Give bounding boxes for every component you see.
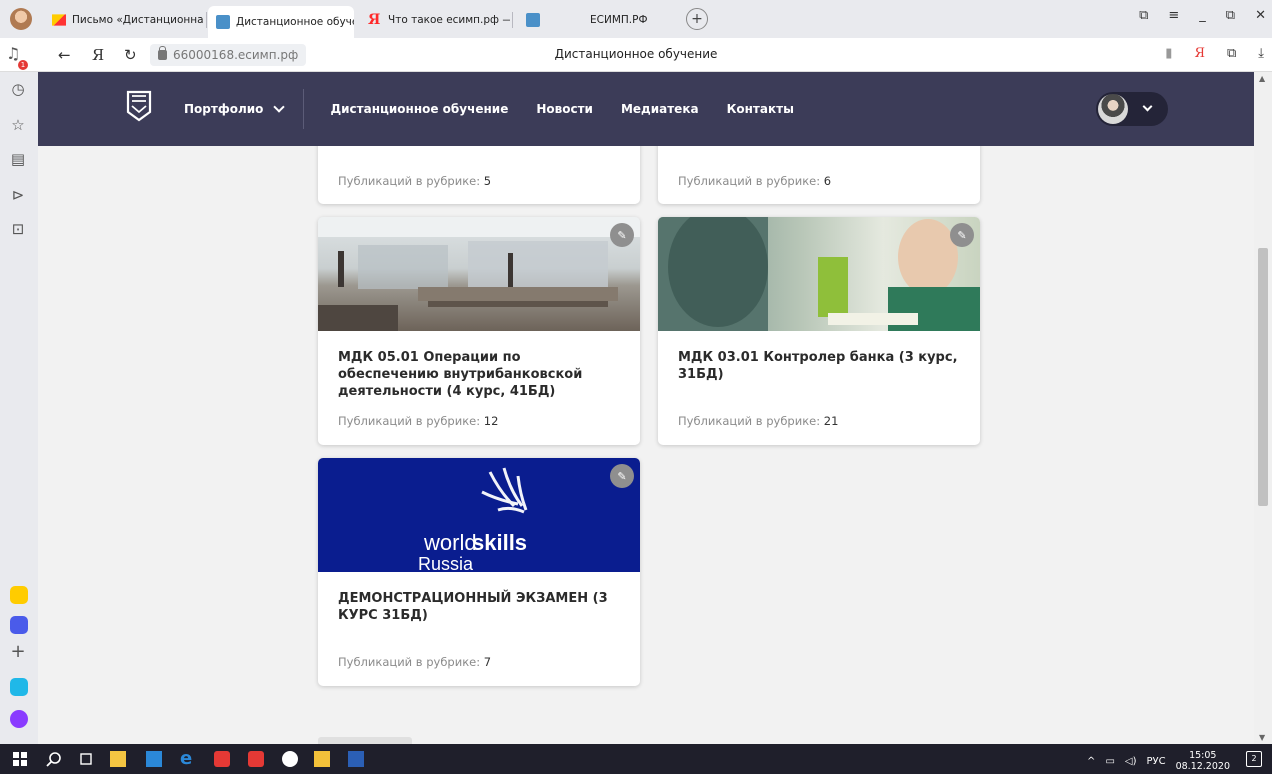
restore-button[interactable]: ⧉ bbox=[1226, 8, 1235, 23]
book-icon bbox=[216, 15, 230, 29]
add-app-icon[interactable]: + bbox=[9, 641, 27, 662]
category-title[interactable]: ДЕМОНСТРАЦИОННЫЙ ЭКЗАМЕН (3 КУРС 31БД) bbox=[338, 590, 620, 624]
tabs-overview-icon[interactable]: ⧉ bbox=[1139, 8, 1148, 23]
mail-icon bbox=[52, 14, 66, 26]
worldskills-skills-text: skills bbox=[472, 530, 527, 555]
worldskills-world-text: world bbox=[423, 530, 477, 555]
notifications-bell-icon[interactable]: ♫ bbox=[6, 44, 20, 63]
site-header: Портфолио Дистанционное обучение Новости… bbox=[38, 72, 1254, 146]
browser-tab-bar: Письмо «Дистанционная Дистанционное обуч… bbox=[0, 0, 1272, 38]
new-tab-button[interactable]: + bbox=[686, 8, 708, 30]
clock[interactable]: 15:05 08.12.2020 bbox=[1176, 750, 1230, 772]
task-view-icon[interactable] bbox=[78, 751, 94, 767]
yandex-icon[interactable]: Я bbox=[1194, 46, 1205, 61]
scroll-down-icon[interactable]: ▼ bbox=[1259, 733, 1265, 742]
edit-icon[interactable]: ✎ bbox=[610, 464, 634, 488]
category-card[interactable]: ✎ МДК 03.01 Контролер банка (3 курс, 31Б… bbox=[658, 217, 980, 445]
file-explorer-icon[interactable] bbox=[314, 751, 330, 767]
chevron-down-icon bbox=[273, 101, 286, 113]
chevron-down-icon bbox=[1142, 101, 1153, 112]
nav-portfolio-dropdown[interactable]: Портфолио bbox=[184, 89, 305, 129]
publication-count: Публикаций в рубрике: 6 bbox=[678, 174, 832, 188]
avatar bbox=[1098, 94, 1128, 124]
chevron-up-icon[interactable]: ^ bbox=[1087, 756, 1095, 767]
tab-mail[interactable]: Письмо «Дистанционная bbox=[44, 8, 204, 32]
book-icon bbox=[526, 13, 540, 27]
category-title[interactable]: МДК 05.01 Операции по обеспечению внутри… bbox=[338, 349, 620, 400]
bookmark-icon[interactable]: ▮ bbox=[1165, 46, 1172, 61]
publication-count: Публикаций в рубрике: 7 bbox=[338, 655, 492, 669]
yandex-browser-icon[interactable] bbox=[248, 751, 264, 767]
volume-icon[interactable]: ◁) bbox=[1125, 756, 1137, 767]
alice-app-icon[interactable] bbox=[10, 710, 28, 728]
category-card[interactable]: world skills Russia ✎ ДЕМОНСТРАЦИОННЫЙ Э… bbox=[318, 458, 640, 686]
nav-contacts[interactable]: Контакты bbox=[727, 102, 794, 116]
yandex-browser-icon[interactable] bbox=[214, 751, 230, 767]
pagination-stub bbox=[318, 737, 412, 744]
windows-start-icon[interactable] bbox=[12, 751, 28, 767]
video-app-icon[interactable] bbox=[10, 678, 28, 696]
nav-media[interactable]: Медиатека bbox=[621, 102, 699, 116]
collections-icon[interactable]: ▤ bbox=[9, 150, 27, 168]
publication-count: Публикаций в рубрике: 12 bbox=[338, 414, 499, 428]
edit-icon[interactable]: ✎ bbox=[950, 223, 974, 247]
media-play-icon[interactable]: ⊳ bbox=[9, 186, 27, 204]
tab-distance-learning[interactable]: Дистанционное обучен ✕ bbox=[208, 6, 354, 38]
profile-avatar-icon[interactable] bbox=[10, 8, 32, 30]
browser-sidebar: ◷ ☆ ▤ ⊳ ⊡ + bbox=[0, 72, 38, 744]
user-menu-toggle[interactable] bbox=[1096, 92, 1168, 126]
search-icon[interactable] bbox=[46, 751, 62, 767]
windows-taskbar: e ^ ▭ ◁) РУС 15:05 08.12.2020 2 bbox=[0, 744, 1272, 774]
publication-count: Публикаций в рубрике: 21 bbox=[678, 414, 839, 428]
site-logo-icon[interactable] bbox=[126, 90, 152, 122]
window-controls: ⧉ ≡ _ ⧉ ✕ bbox=[1139, 8, 1266, 23]
messenger-app-icon[interactable] bbox=[10, 616, 28, 634]
yandex-icon[interactable] bbox=[282, 751, 298, 767]
bookmarks-star-icon[interactable]: ☆ bbox=[9, 116, 27, 134]
main-nav: Портфолио Дистанционное обучение Новости… bbox=[184, 72, 794, 146]
page-title: Дистанционное обучение bbox=[554, 47, 718, 61]
widget-icon[interactable]: ⊡ bbox=[9, 220, 27, 238]
scrollbar-thumb[interactable] bbox=[1258, 248, 1268, 506]
close-window-button[interactable]: ✕ bbox=[1255, 8, 1266, 23]
worldskills-russia-text: Russia bbox=[418, 554, 474, 572]
address-bar-actions: ▮ Я ⧉ ⤓ bbox=[1165, 46, 1264, 61]
mail-taskbar-icon[interactable] bbox=[146, 751, 162, 767]
worldskills-logo-image: world skills Russia bbox=[318, 458, 640, 572]
edit-icon[interactable]: ✎ bbox=[610, 223, 634, 247]
category-title[interactable]: МДК 03.01 Контролер банка (3 курс, 31БД) bbox=[678, 349, 960, 383]
scroll-up-icon[interactable]: ▲ bbox=[1259, 74, 1265, 83]
menu-icon[interactable]: ≡ bbox=[1168, 8, 1179, 23]
category-card[interactable]: ✎ МДК 05.01 Операции по обеспечению внут… bbox=[318, 217, 640, 445]
category-image-office bbox=[318, 217, 640, 331]
downloads-icon[interactable]: ⤓ bbox=[1258, 46, 1264, 61]
tab-yandex-search[interactable]: Я Что такое есимп.рф — Ян bbox=[360, 8, 510, 32]
nav-distance-learning[interactable]: Дистанционное обучение bbox=[330, 102, 508, 116]
publication-count: Публикаций в рубрике: 5 bbox=[338, 174, 492, 188]
tab-esimp[interactable]: ЕСИМП.РФ bbox=[562, 8, 672, 32]
nav-news[interactable]: Новости bbox=[536, 102, 593, 116]
category-card[interactable]: Публикаций в рубрике: 5 bbox=[318, 146, 640, 204]
edge-icon[interactable]: e bbox=[180, 750, 196, 768]
minimize-button[interactable]: _ bbox=[1199, 8, 1206, 23]
page-scrollbar[interactable]: ▲ ▼ bbox=[1254, 72, 1272, 744]
yandex-icon: Я bbox=[368, 12, 381, 28]
network-icon[interactable]: ▭ bbox=[1105, 756, 1114, 767]
tab-pinned-book[interactable] bbox=[518, 8, 554, 32]
category-card[interactable]: Публикаций в рубрике: 6 bbox=[658, 146, 980, 204]
store-icon[interactable] bbox=[110, 751, 126, 767]
system-tray: ^ ▭ ◁) РУС 15:05 08.12.2020 bbox=[1087, 750, 1230, 772]
notification-badge: 1 bbox=[18, 60, 28, 70]
mail-app-icon[interactable] bbox=[10, 586, 28, 604]
action-center-icon[interactable]: 2 bbox=[1246, 751, 1262, 767]
language-indicator[interactable]: РУС bbox=[1146, 756, 1165, 767]
category-grid: Публикаций в рубрике: 5 Публикаций в руб… bbox=[38, 146, 1254, 744]
word-icon[interactable] bbox=[348, 751, 364, 767]
address-bar: ← Я ↻ 66000168.есимп.рф Дистанционное об… bbox=[0, 38, 1272, 72]
protect-icon[interactable]: ⧉ bbox=[1227, 46, 1236, 61]
category-image-bank bbox=[658, 217, 980, 331]
history-icon[interactable]: ◷ bbox=[9, 80, 27, 98]
